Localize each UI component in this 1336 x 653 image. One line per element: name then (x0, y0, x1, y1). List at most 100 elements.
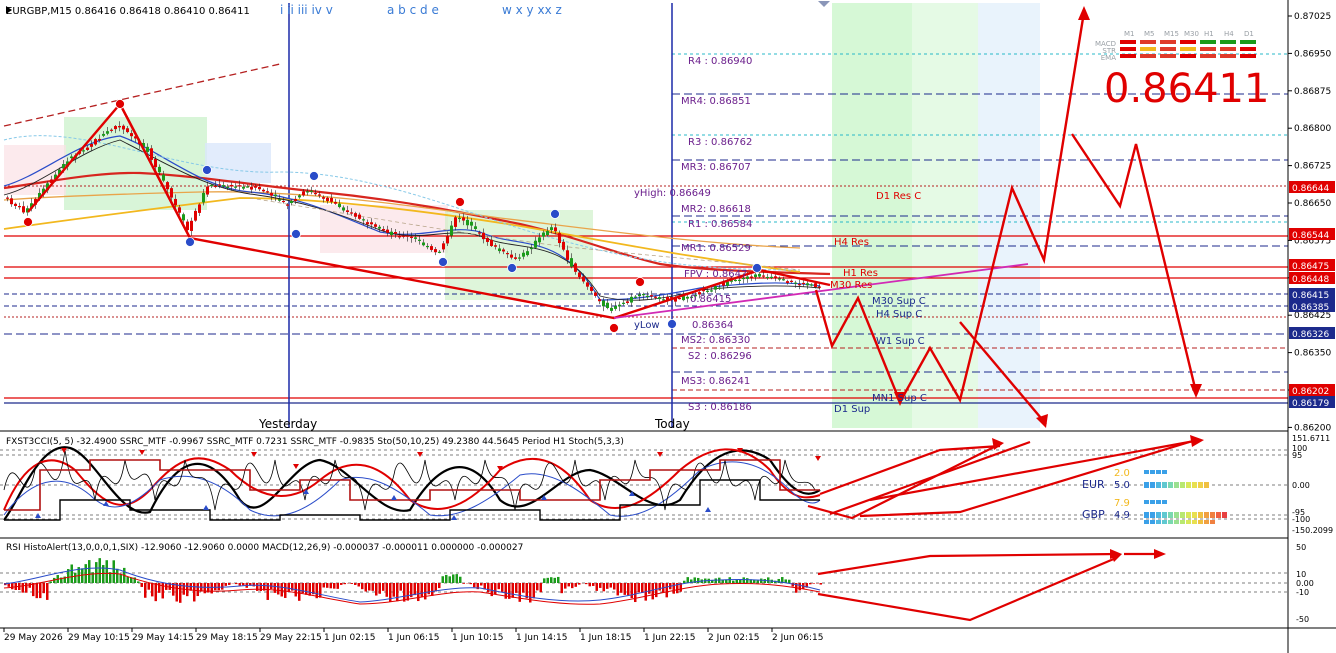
pivot-level-label: R3 : 0.86762 (688, 137, 752, 148)
candle-body (462, 217, 465, 221)
candle-body (286, 204, 289, 206)
candle-body (614, 306, 617, 309)
candle-body (542, 232, 545, 237)
status-cell (1160, 54, 1176, 58)
histogram-bar (515, 583, 518, 593)
candle-body (786, 281, 789, 283)
candle-body (686, 296, 689, 299)
strength-cell (1150, 482, 1155, 488)
candle-body (174, 198, 177, 206)
candle-body (210, 184, 213, 187)
histogram-bar (819, 583, 822, 585)
histogram-bar (284, 583, 287, 598)
price-tick-label: 0.86800 (1294, 124, 1331, 134)
candle-body (362, 219, 365, 221)
price-tag-label: 0.86544 (1292, 231, 1329, 241)
rsi-histogram (4, 558, 822, 603)
histogram-bar (469, 583, 472, 585)
timeframe-label: D1 (1244, 30, 1254, 38)
candle-body (390, 231, 393, 236)
timeframe-label: M1 (1124, 30, 1135, 38)
candle-body (342, 207, 345, 211)
oscillator-title: FXST3CCI(5, 5) -32.4900 SSRC_MTF -0.9967… (6, 437, 624, 447)
candle-body (590, 286, 593, 291)
main-chart-area[interactable] (0, 0, 1288, 430)
oscillator-panel[interactable]: FXST3CCI(5, 5) -32.4900 SSRC_MTF -0.9967… (0, 434, 1333, 535)
status-cell (1240, 47, 1256, 51)
candle-body (158, 166, 161, 173)
histogram-bar (210, 583, 213, 594)
pivot-level-label: 0.86415 (690, 294, 731, 305)
yesterday-label: Yesterday (258, 417, 317, 431)
candle-body (214, 185, 217, 188)
candle-body (314, 193, 317, 195)
strength-cell (1156, 500, 1161, 504)
histogram-bar (203, 583, 206, 594)
histogram-bar (420, 583, 423, 597)
histogram-bar (634, 583, 637, 603)
strength-cell (1198, 520, 1203, 524)
price-tag-label: 0.86644 (1292, 184, 1329, 194)
strength-cell (1204, 520, 1209, 524)
histogram-bar (354, 583, 357, 585)
candle-body (146, 146, 149, 152)
candle-body (334, 201, 337, 204)
candle-body (358, 214, 361, 219)
status-cell (1160, 40, 1176, 44)
histogram-bar (116, 568, 119, 583)
rsi-axis-label: -50 (1296, 615, 1309, 624)
wave-point-marker (752, 263, 762, 273)
candle-body (594, 292, 597, 296)
histogram-bar (494, 583, 497, 595)
rsi-macd-panel[interactable]: RSI HistoAlert(13,0,0,0,1,SIX) -12.9060 … (0, 543, 1314, 624)
zone-label: D1 Res C (876, 191, 921, 202)
candle-body (258, 186, 261, 190)
symbol-info: EURGBP,M15 0.86416 0.86418 0.86410 0.864… (6, 6, 250, 17)
candle-body (798, 284, 801, 286)
pivot-level-label: yHigh: 0.86649 (634, 188, 711, 199)
histogram-bar (798, 583, 801, 591)
histogram-bar (564, 583, 567, 589)
price-tag-label: 0.86202 (1292, 387, 1329, 397)
histogram-bar (732, 580, 735, 583)
histogram-bar (42, 583, 45, 594)
histogram-bar (46, 583, 49, 600)
histogram-bar (326, 583, 329, 588)
strength-cell (1168, 512, 1173, 518)
histogram-bar (137, 581, 140, 583)
strength-cell (1144, 512, 1149, 518)
histogram-bar (452, 574, 455, 583)
trading-chart[interactable]: R4 : 0.86940 MR4: 0.86851 R3 : 0.86762 MR3:… (0, 0, 1336, 653)
histogram-bar (462, 583, 465, 584)
histogram-bar (70, 564, 73, 583)
histogram-bar (39, 583, 42, 599)
oscillator-forecast-arrows (807, 438, 1201, 520)
candle-body (546, 230, 549, 236)
sell-signal-arrow (293, 464, 299, 469)
price-axis[interactable]: 0.87025 0.86950 0.86875 0.86800 0.86725 0.866… (1288, 12, 1335, 433)
histogram-bar (95, 562, 98, 583)
histogram-bar (98, 558, 101, 583)
time-axis[interactable]: 29 May 2026 29 May 10:15 29 May 14:15 29 Ma… (3, 628, 823, 643)
candle-body (774, 276, 777, 278)
rsi-axis-label: 0.00 (1296, 579, 1314, 588)
price-tick-label: 0.86725 (1294, 162, 1331, 172)
candle-body (710, 290, 713, 292)
candle-body (350, 212, 353, 214)
candle-body (150, 148, 153, 160)
strength-cell (1156, 470, 1161, 474)
candle-body (554, 227, 557, 232)
pivot-level-label: 0.86364 (692, 320, 733, 331)
candle-body (394, 232, 397, 234)
candle-body (326, 197, 329, 202)
time-tick-label: 2 Jun 02:15 (708, 633, 759, 643)
histogram-bar (585, 583, 588, 585)
histogram-bar (382, 583, 385, 591)
histogram-bar (242, 583, 245, 586)
candle-body (766, 276, 769, 279)
time-tick-label: 29 May 22:15 (260, 633, 322, 643)
candle-body (530, 247, 533, 250)
candle-body (234, 186, 237, 188)
time-tick-label: 2 Jun 06:15 (772, 633, 823, 643)
oscillator-axis-label: 151.6711 (1292, 434, 1330, 443)
